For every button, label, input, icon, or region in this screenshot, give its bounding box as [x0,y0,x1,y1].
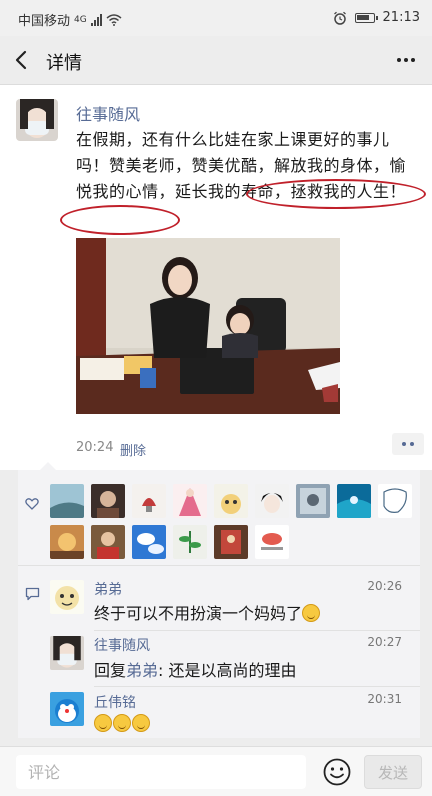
reply-prefix: 回复 [94,661,127,680]
comment-text [94,714,151,733]
alarm-icon [333,11,346,25]
carrier-label: 中国移动 [18,14,71,29]
clock: 21:13 [382,10,420,25]
laugh-emoji-icon [94,714,112,732]
post-photo[interactable] [76,238,340,414]
like-avatar[interactable] [255,525,289,559]
like-avatar[interactable] [378,484,412,518]
nav-bar: 详情 [0,36,432,85]
signal-icon [90,13,102,26]
laugh-emoji-icon [113,714,131,732]
commenter-name[interactable]: 往事随风 [94,635,150,655]
back-icon[interactable] [10,48,34,72]
commenter-name[interactable]: 丘伟铭 [94,692,136,712]
wifi-icon [106,13,122,26]
comment-time: 20:31 [367,692,402,706]
post-text: 在假期，还有什么比娃在家上课更好的事儿吗！赞美老师，赞美优酷，解放我的身体，愉悦… [76,130,407,201]
comment-input[interactable] [16,755,306,789]
interaction-panel: 弟弟 20:26 终于可以不用扮演一个妈妈了 往事随风 20:27 回复弟弟: … [18,462,420,738]
comment-input-bar: 发送 [0,746,432,796]
like-avatar[interactable] [91,525,125,559]
author-avatar[interactable] [16,99,58,141]
divider [94,630,420,631]
like-avatar[interactable] [214,525,248,559]
status-right: 21:13 [333,10,420,25]
delete-link[interactable]: 删除 [120,440,146,459]
comment-text: 终于可以不用扮演一个妈妈了 [94,600,321,624]
dot-icon [410,442,414,446]
comment-action-button[interactable] [392,433,424,455]
grin-emoji-icon [302,604,321,622]
divider [94,686,420,687]
emoji-button-icon[interactable] [322,757,352,787]
dot-icon [402,442,406,446]
comment-body: : 还是以高尚的理由 [158,661,297,680]
reply-to-name[interactable]: 弟弟 [126,661,158,680]
laugh-emoji-icon [132,714,150,732]
comment-body: 终于可以不用扮演一个妈妈了 [94,604,303,623]
send-button[interactable]: 发送 [364,755,422,789]
comment-time: 20:27 [367,635,402,649]
like-avatar[interactable] [132,525,166,559]
page-title: 详情 [46,53,82,74]
comment-text: 回复弟弟: 还是以高尚的理由 [94,657,297,681]
network-type: 4G [74,14,87,25]
heart-icon [25,498,39,510]
status-left: 中国移动 4G [18,10,122,29]
like-avatar[interactable] [132,484,166,518]
battery-icon [354,12,378,23]
like-avatar[interactable] [214,484,248,518]
like-avatar[interactable] [91,484,125,518]
post-time: 20:24 [76,440,114,455]
like-avatar[interactable] [173,484,207,518]
comment-time: 20:26 [367,579,402,593]
divider [18,565,420,566]
commenter-avatar[interactable] [50,580,84,614]
comment-icon [25,587,40,601]
commenter-avatar[interactable] [50,692,84,726]
more-icon[interactable] [394,48,418,72]
like-avatar[interactable] [50,484,84,518]
like-avatar[interactable] [255,484,289,518]
commenter-avatar[interactable] [50,636,84,670]
like-avatar[interactable] [173,525,207,559]
like-avatar[interactable] [337,484,371,518]
like-avatar[interactable] [296,484,330,518]
status-bar: 中国移动 4G 21:13 [0,0,432,36]
commenter-name[interactable]: 弟弟 [94,579,122,599]
like-avatar[interactable] [50,525,84,559]
author-name[interactable]: 往事随风 [76,101,140,125]
